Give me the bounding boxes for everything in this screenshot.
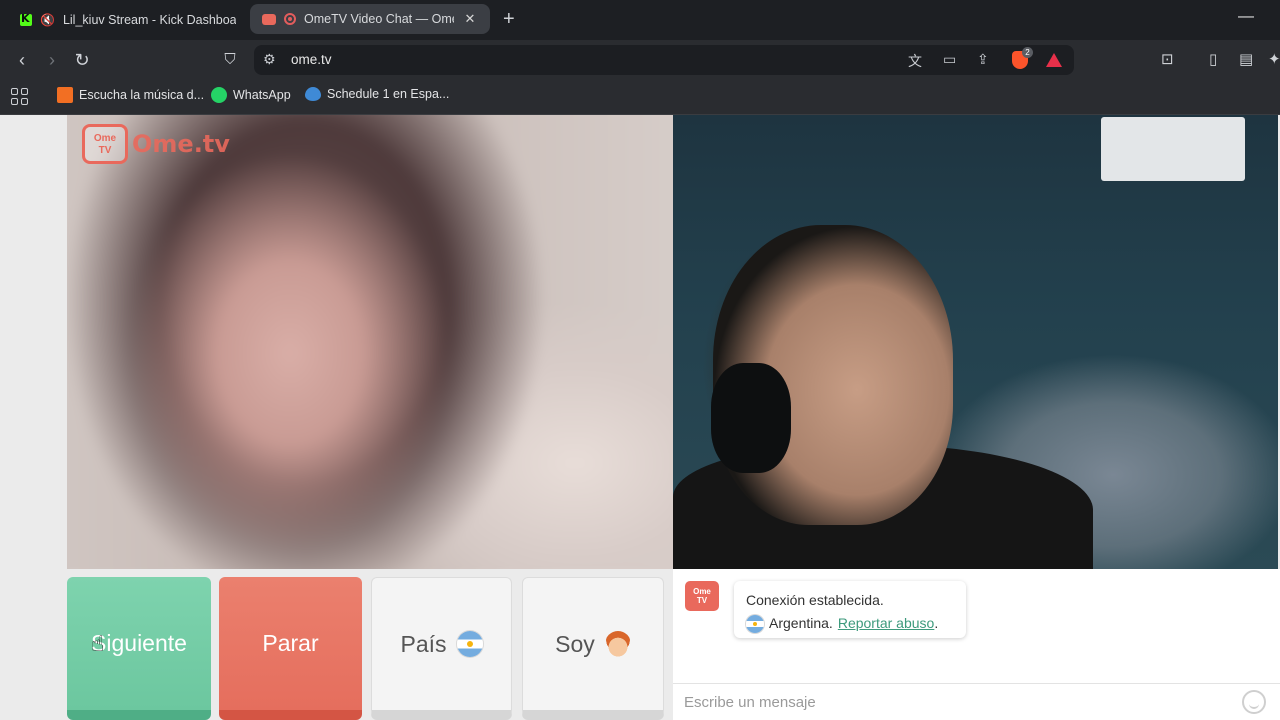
kick-icon [20,12,32,26]
ometv-logo: Ome TV Ome.tv [82,124,230,164]
address-bar[interactable]: ⚙ ome.tv 文 ▭ ⇪ 2 [254,45,1074,75]
bookmark-schedule1[interactable]: Schedule 1 en Espa... [305,87,449,101]
self-video [673,115,1278,569]
stop-label: Parar [262,630,319,656]
wallet-icon[interactable]: ▤ [1239,50,1253,68]
forward-icon[interactable]: › [40,48,64,72]
country-button[interactable]: País [371,577,512,720]
next-button[interactable]: Siguiente [67,577,211,720]
url-text[interactable]: ome.tv [291,52,332,67]
tab-kick-dashboard[interactable]: 🔇 Lil_kiuv Stream - Kick Dashboard [8,0,248,40]
emoji-icon[interactable] [1242,690,1266,714]
soundcloud-icon [57,87,73,103]
share-icon[interactable]: ⇪ [977,51,989,68]
bookmarks-bar: Escucha la música d... WhatsApp Schedule… [0,80,1280,115]
tab-title: OmeTV Video Chat — Omegl [304,12,454,26]
air-conditioner [1101,117,1245,181]
bookmark-label: Escucha la música d... [79,88,205,102]
report-suffix: . [934,615,939,631]
new-tab-button[interactable]: + [503,9,515,29]
minimize-window-icon[interactable]: — [1238,8,1254,26]
translate-icon[interactable]: 文 [908,51,922,71]
country-name: Argentina. [769,615,833,631]
brave-rewards-icon[interactable] [1046,53,1062,67]
connection-status: Conexión establecida. [746,592,884,608]
gender-button[interactable]: Soy [522,577,664,720]
hand-cursor-icon: ☝ [91,631,105,656]
logo-text: Ome.tv [132,130,230,158]
apps-grid-icon[interactable] [11,88,28,105]
stop-button[interactable]: Parar [219,577,362,720]
recording-icon [284,13,296,25]
country-label: País [400,630,447,657]
reload-icon[interactable]: ↻ [70,48,94,72]
shield-count-badge: 2 [1022,47,1033,58]
extensions-icon[interactable]: ✦ [1268,50,1280,68]
ometv-tv-icon: Ome TV [82,124,128,164]
site-settings-icon[interactable]: ⚙ [263,51,276,68]
tab-title: Lil_kiuv Stream - Kick Dashboard [62,13,236,27]
headset [711,363,791,473]
ometv-favicon-icon [262,13,276,25]
bookmark-icon[interactable]: ⛉ [218,48,242,72]
schedule1-icon [305,87,321,101]
argentina-flag-icon [456,631,483,657]
bookmark-label: WhatsApp [233,88,291,102]
argentina-flag-icon [746,614,764,633]
stranger-video-feed [67,115,673,569]
report-abuse-link[interactable]: Reportar abuso [838,615,935,631]
gender-label: Soy [555,630,595,657]
back-icon[interactable]: ‹ [10,48,34,72]
bookmark-whatsapp[interactable]: WhatsApp [211,87,291,103]
cast-icon[interactable]: ▭ [943,51,956,68]
stranger-video [67,115,673,569]
muted-speaker-icon[interactable]: 🔇 [40,13,55,27]
ometv-chat-logo-icon: Ome TV [685,581,719,611]
system-message: Conexión establecida. Argentina. Reporta… [734,581,966,638]
tab-ometv[interactable]: OmeTV Video Chat — Omegl ✕ [250,4,490,34]
tab-search-icon[interactable]: ⊡ [1161,50,1174,68]
bookmark-label: Schedule 1 en Espa... [327,87,450,101]
message-input[interactable] [673,684,1280,720]
bookmark-soundcloud[interactable]: Escucha la música d... [57,87,204,103]
boy-avatar-icon [604,631,631,657]
whatsapp-icon [211,87,227,103]
sidebar-icon[interactable]: ▯ [1209,50,1217,68]
next-label: Siguiente [91,630,187,656]
close-tab-icon[interactable]: ✕ [462,11,478,27]
tab-strip: 🔇 Lil_kiuv Stream - Kick Dashboard OmeTV… [0,0,1280,40]
